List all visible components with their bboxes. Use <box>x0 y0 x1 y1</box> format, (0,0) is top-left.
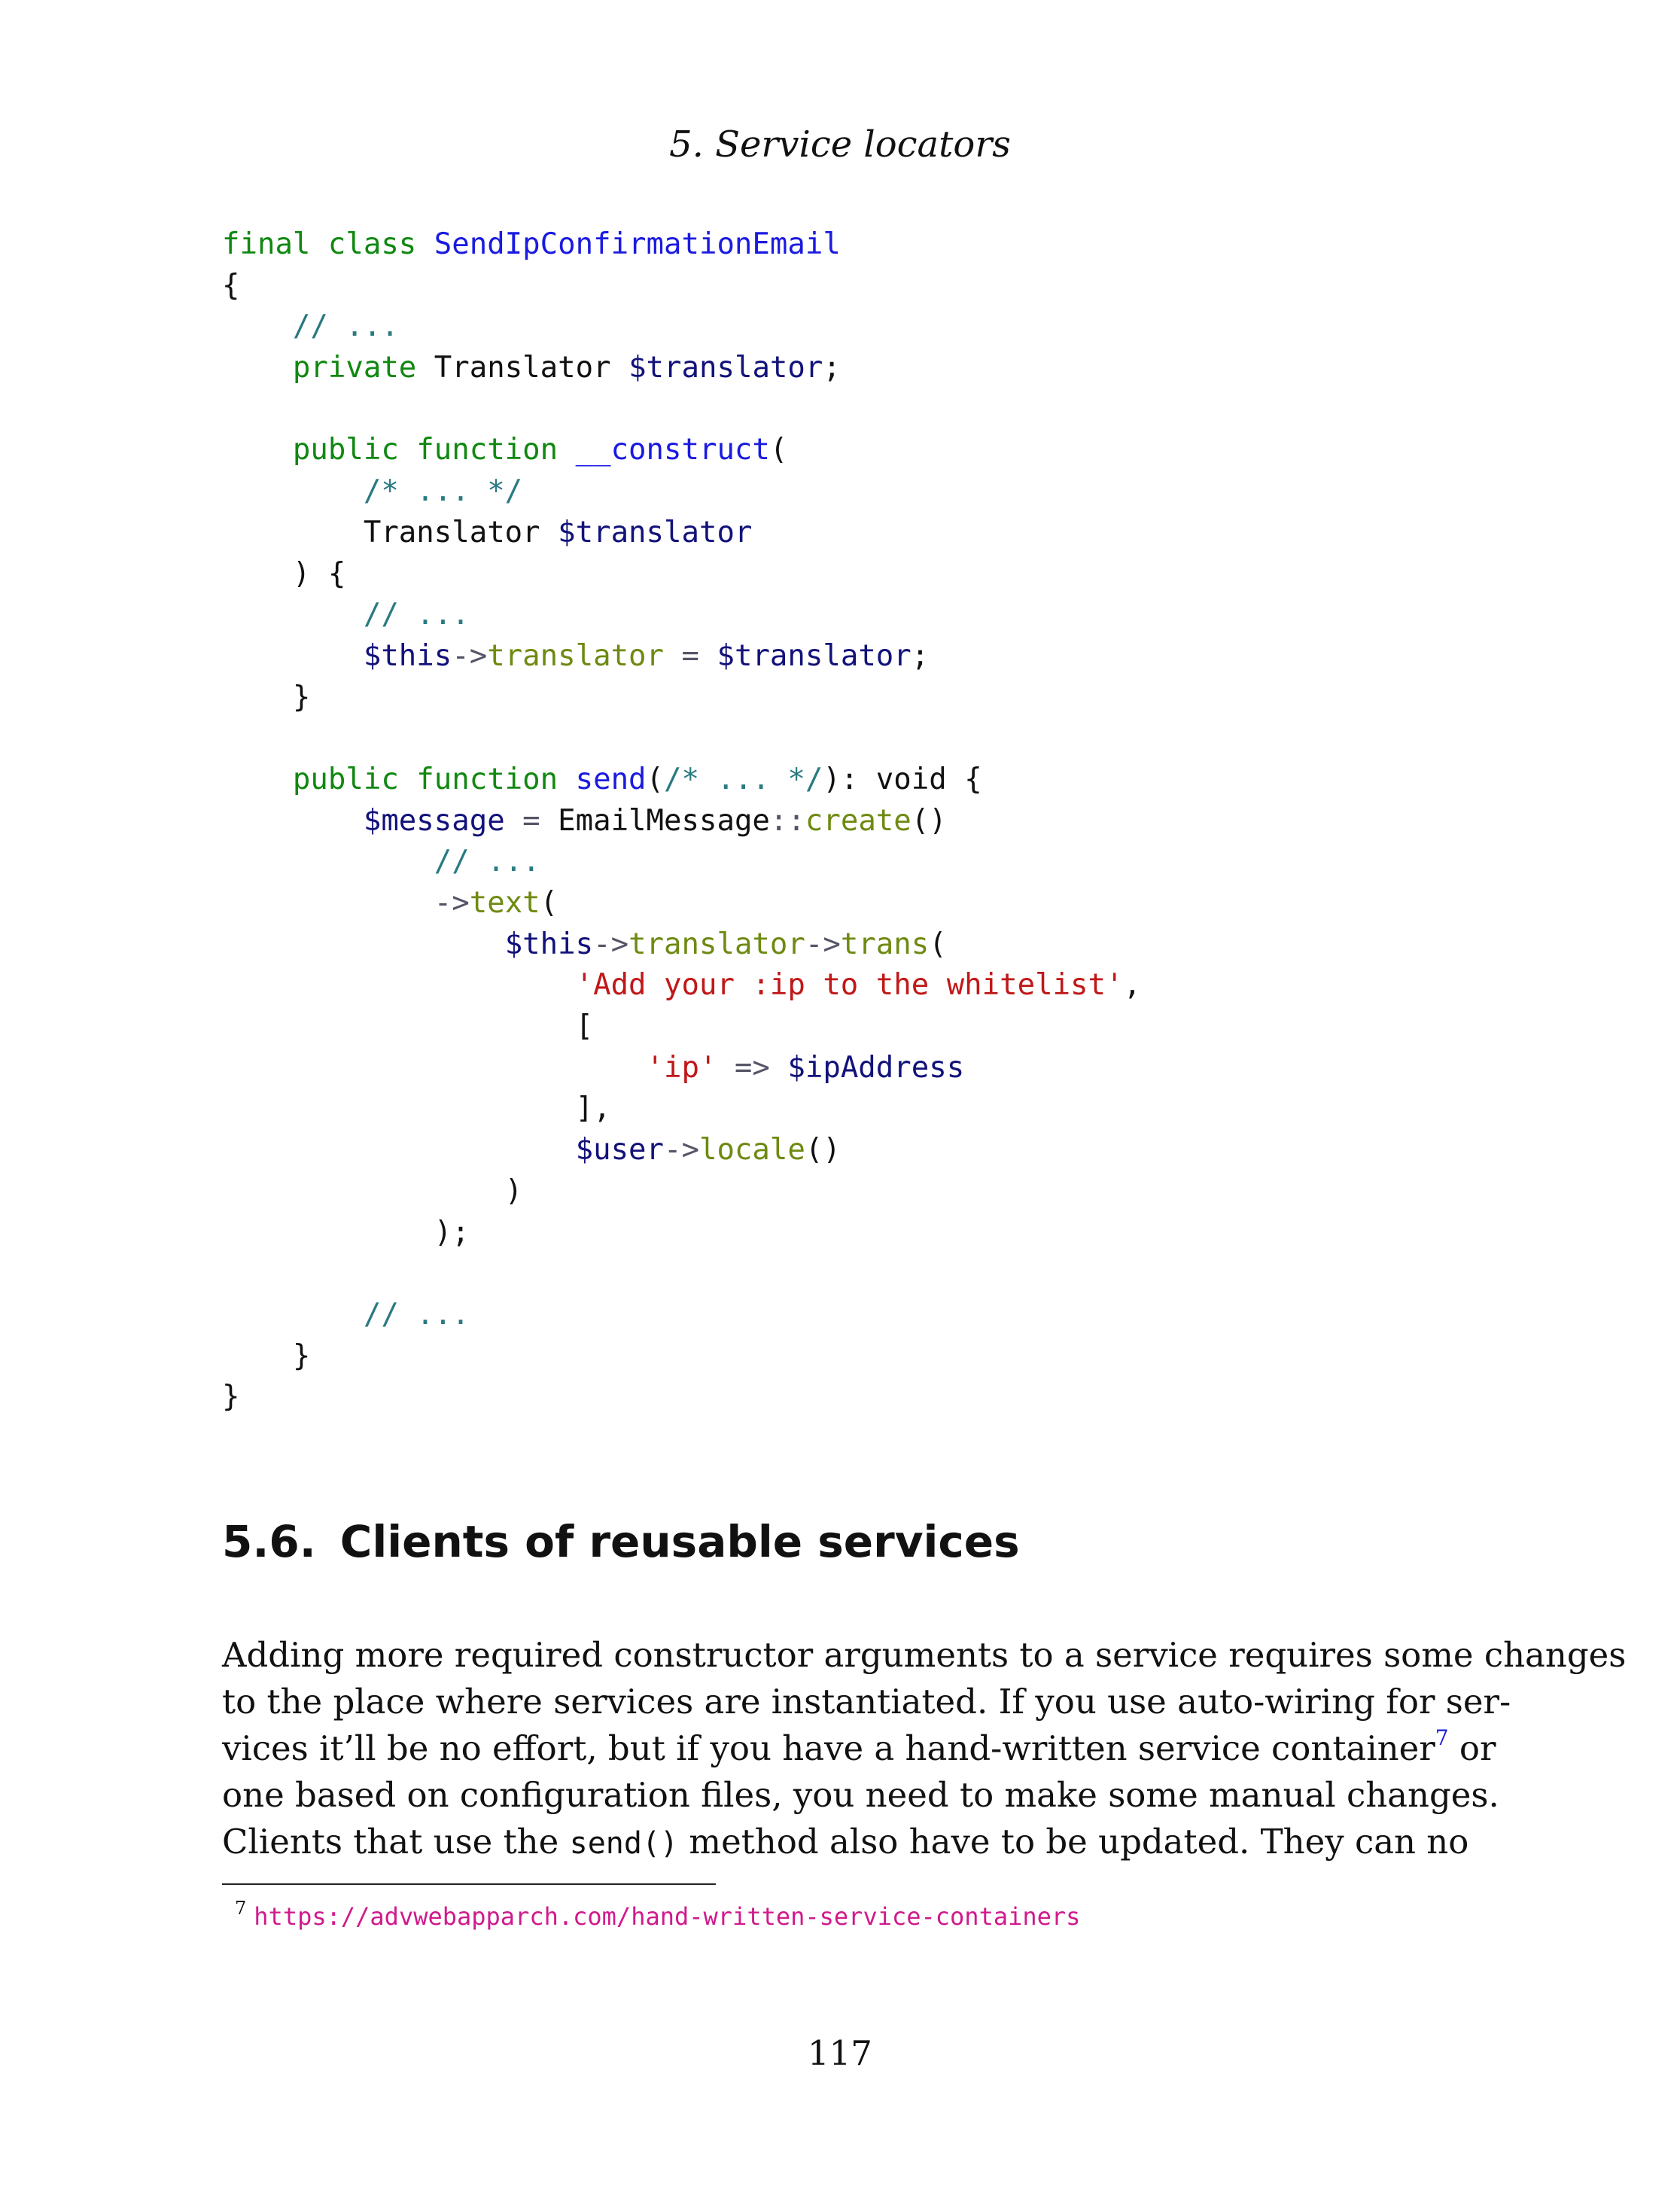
paragraph-line: vices it’ll be no effort, but if you hav… <box>222 1725 1496 1769</box>
footnote-reference-link[interactable]: 7 <box>1435 1725 1449 1750</box>
section-number: 5.6. <box>222 1516 316 1567</box>
paragraph-line: Clients that use the send() method also … <box>222 1822 1469 1862</box>
section-heading: 5.6. Clients of reusable services <box>222 1512 1020 1572</box>
code-line: } <box>292 1338 311 1373</box>
section-title: Clients of reusable services <box>339 1516 1020 1567</box>
page-number: 117 <box>808 2033 872 2073</box>
code-line: /* ... */ <box>363 474 523 509</box>
code-line: } <box>292 680 311 714</box>
code-line: $message = EmailMessage::create() <box>363 803 947 838</box>
code-line: ) { <box>292 556 346 591</box>
footnote-url-link[interactable]: https://advwebapparch.com/hand-written-s… <box>254 1902 1080 1931</box>
footnote: 7 https://advwebapparch.com/hand-written-… <box>235 1889 1080 1935</box>
code-line: 'ip' => $ipAddress <box>646 1050 965 1085</box>
paragraph-line: to the place where services are instanti… <box>222 1682 1511 1722</box>
paragraph-line: one based on configuration files, you ne… <box>222 1775 1499 1815</box>
code-line: $user->locale() <box>575 1133 841 1168</box>
code-line: ); <box>434 1215 470 1250</box>
footnote-mark: 7 <box>235 1898 247 1919</box>
footnote-divider <box>222 1883 716 1885</box>
code-line: final class SendIpConfirmationEmail <box>222 227 841 261</box>
code-line: private Translator $translator; <box>292 351 841 385</box>
code-line: public function send(/* ... */): void { <box>292 762 982 796</box>
code-line: // ... <box>292 309 399 344</box>
code-block: final class SendIpConfirmationEmail { // … <box>222 224 1141 1418</box>
code-line: $this->translator = $translator; <box>363 638 930 673</box>
code-line: ->text( <box>434 886 558 920</box>
paragraph-line: Adding more required constructor argumen… <box>222 1635 1627 1675</box>
code-line: // ... <box>363 598 470 632</box>
code-line: // ... <box>434 845 540 879</box>
code-line: { <box>222 268 240 303</box>
running-head: 5. Service locators <box>669 123 1011 166</box>
code-line: 'Add your :ip to the whitelist', <box>575 968 1141 1003</box>
code-line: $this->translator->trans( <box>504 927 947 961</box>
code-line: Translator $translator <box>363 515 753 550</box>
code-line: public function __construct( <box>292 433 788 467</box>
code-line: } <box>222 1380 240 1414</box>
code-line: [ <box>575 1009 594 1044</box>
inline-code: send() <box>569 1826 679 1861</box>
body-paragraph: Adding more required constructor argumen… <box>222 1632 1627 1867</box>
code-line: // ... <box>363 1297 470 1332</box>
code-line: ) <box>504 1174 523 1208</box>
code-line: ], <box>575 1091 611 1126</box>
